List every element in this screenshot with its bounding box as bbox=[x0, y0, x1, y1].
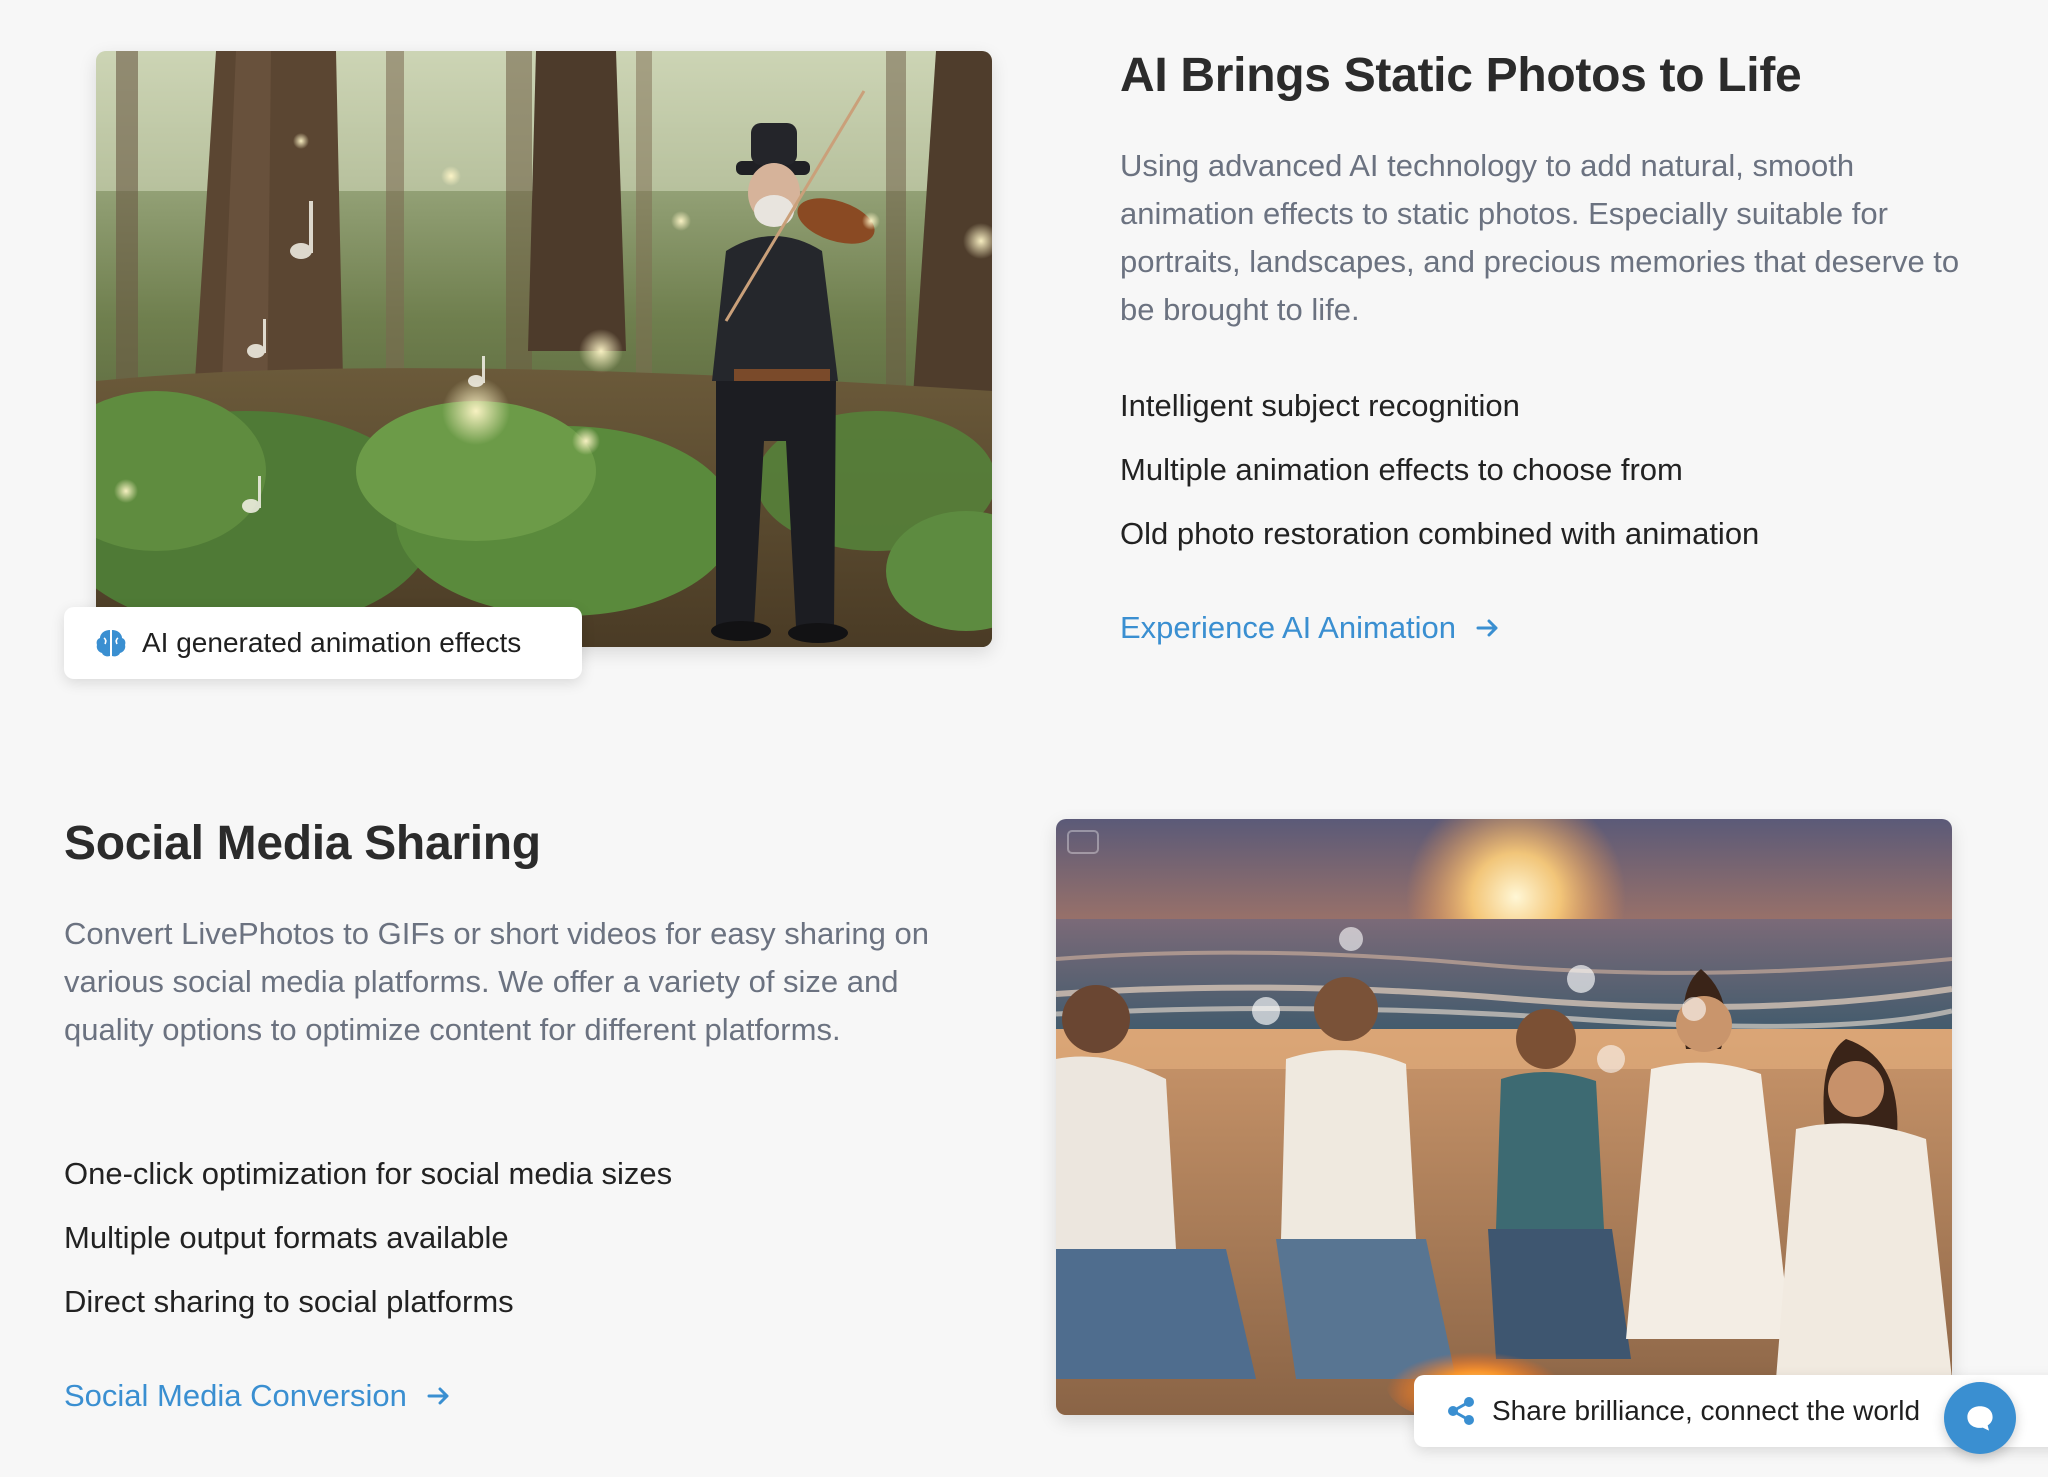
social-section-description: Convert LivePhotos to GIFs or short vide… bbox=[64, 916, 929, 1047]
ai-feature-item: Multiple animation effects to choose fro… bbox=[1120, 452, 1683, 487]
social-feature-list: One-click optimization for social media … bbox=[64, 1154, 944, 1346]
experience-ai-animation-link[interactable]: Experience AI Animation bbox=[1120, 610, 1502, 646]
page: AI generated animation effects AI Brings… bbox=[0, 0, 2048, 1477]
ai-image-caption: AI generated animation effects bbox=[64, 607, 582, 679]
violinist-forest-image bbox=[96, 51, 992, 647]
chat-bubble-icon bbox=[1967, 1406, 1993, 1431]
social-image-caption-text: Share brilliance, connect the world bbox=[1492, 1395, 1921, 1426]
brain-icon bbox=[96, 630, 126, 657]
ai-feature-item: Old photo restoration combined with anim… bbox=[1120, 516, 1760, 551]
ai-feature-list: Intelligent subject recognition Multiple… bbox=[1120, 386, 1980, 578]
social-media-conversion-link[interactable]: Social Media Conversion bbox=[64, 1378, 453, 1414]
social-section-title: Social Media Sharing bbox=[64, 817, 541, 870]
ai-image-caption-text: AI generated animation effects bbox=[142, 627, 522, 658]
ai-feature-item: Intelligent subject recognition bbox=[1120, 388, 1520, 423]
arrow-right-icon bbox=[1476, 619, 1498, 637]
ai-section-title: AI Brings Static Photos to Life bbox=[1120, 49, 1802, 102]
experience-ai-animation-label: Experience AI Animation bbox=[1120, 610, 1457, 645]
social-feature-item: Multiple output formats available bbox=[64, 1220, 509, 1255]
share-icon bbox=[1448, 1397, 1474, 1425]
social-media-conversion-label: Social Media Conversion bbox=[64, 1378, 407, 1413]
social-feature-item: One-click optimization for social media … bbox=[64, 1156, 673, 1191]
ai-section-description: Using advanced AI technology to add natu… bbox=[1120, 148, 1960, 327]
social-feature-item: Direct sharing to social platforms bbox=[64, 1284, 514, 1319]
chat-widget-button[interactable] bbox=[1944, 1382, 2016, 1454]
arrow-right-icon bbox=[427, 1387, 449, 1405]
beach-sunset-image bbox=[1056, 819, 1952, 1415]
